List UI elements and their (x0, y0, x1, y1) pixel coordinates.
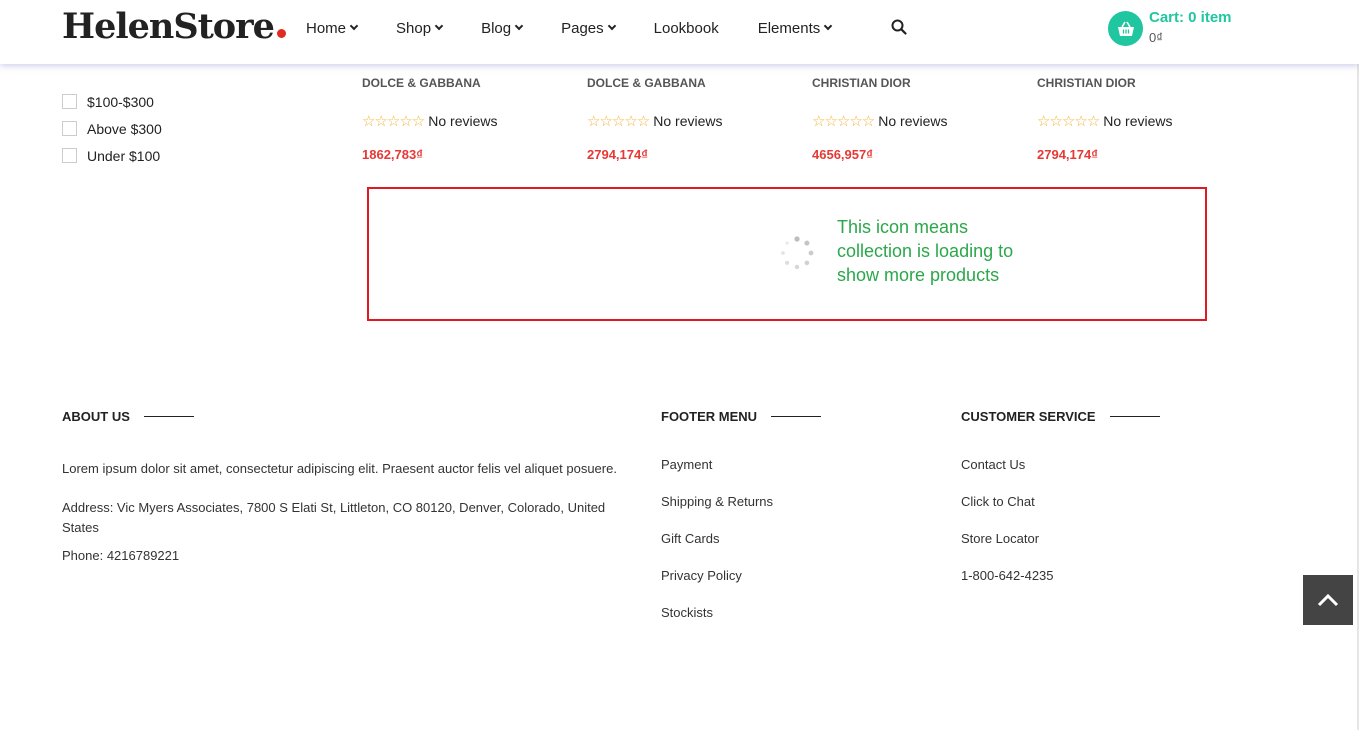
cart-button[interactable] (1108, 11, 1143, 46)
footer-menu: FOOTER MENU Payment Shipping & Returns G… (661, 408, 822, 642)
nav-label: Home (306, 19, 347, 37)
footer-link-payment[interactable]: Payment (661, 457, 821, 494)
review-count: No reviews (653, 113, 723, 129)
nav-label: Shop (396, 19, 432, 37)
footer-heading-text: CUSTOMER SERVICE (961, 408, 1096, 424)
footer-link-list: Contact Us Click to Chat Store Locator 1… (961, 457, 1160, 605)
product-brand[interactable]: DOLCE & GABBANA (362, 76, 582, 92)
store-phone: Phone: 4216789221 (62, 548, 180, 563)
nav-item-home[interactable]: Home (306, 18, 359, 38)
nav-label: Elements (757, 19, 821, 37)
filter-checkbox[interactable] (62, 121, 77, 136)
store-address: Address: Vic Myers Associates, 7800 S El… (62, 500, 606, 535)
heading-divider (771, 415, 822, 417)
product-price: 1862,783₫ (362, 147, 423, 162)
filter-label: Under $100 (87, 147, 161, 164)
footer-service: CUSTOMER SERVICE Contact Us Click to Cha… (961, 408, 1160, 605)
star-rating-icon: ☆☆☆☆☆ (587, 113, 650, 130)
nav-item-elements[interactable]: Elements (757, 18, 833, 38)
footer-link-stockists[interactable]: Stockists (661, 605, 821, 642)
nav-item-pages[interactable]: Pages (561, 18, 616, 38)
footer-link-chat[interactable]: Click to Chat (961, 494, 1160, 531)
product-rating: ☆☆☆☆☆ No reviews (362, 111, 582, 131)
chevron-down-icon (349, 21, 359, 31)
product-rating: ☆☆☆☆☆ No reviews (1037, 111, 1257, 131)
nav-item-lookbook[interactable]: Lookbook (654, 18, 719, 38)
review-count: No reviews (1103, 113, 1173, 129)
nav-label: Lookbook (653, 19, 719, 37)
filter-option[interactable]: $100-$300 (62, 88, 162, 115)
cart-total: 0₫ (1149, 30, 1163, 45)
footer-link-gift-cards[interactable]: Gift Cards (661, 531, 821, 568)
site-header: HelenStore Home Shop Blog Pages Lookbook… (0, 0, 1359, 64)
product-rating: ☆☆☆☆☆ No reviews (587, 111, 807, 131)
product-rating: ☆☆☆☆☆ No reviews (812, 111, 1032, 131)
search-icon[interactable] (891, 19, 907, 35)
filter-label: Above $300 (87, 120, 162, 137)
product-card[interactable]: CHRISTIAN DIOR ☆☆☆☆☆ No reviews 2794,174… (1037, 76, 1257, 162)
star-rating-icon: ☆☆☆☆☆ (812, 113, 875, 130)
product-card[interactable]: DOLCE & GABBANA ☆☆☆☆☆ No reviews 2794,17… (587, 76, 807, 162)
product-price: 2794,174₫ (1037, 147, 1098, 162)
product-price: 4656,957₫ (812, 147, 873, 162)
review-count: No reviews (428, 113, 498, 129)
price-filter-list: $100-$300 Above $300 Under $100 (62, 88, 162, 169)
logo-dot (276, 29, 286, 38)
footer-link-list: Payment Shipping & Returns Gift Cards Pr… (661, 457, 821, 642)
nav-label: Blog (481, 19, 512, 37)
filter-option[interactable]: Under $100 (62, 142, 162, 169)
footer-link-store-locator[interactable]: Store Locator (961, 531, 1160, 568)
chevron-down-icon (434, 21, 444, 31)
product-price: 2794,174₫ (587, 147, 648, 162)
nav-item-blog[interactable]: Blog (481, 18, 524, 38)
main-nav: Home Shop Blog Pages Lookbook Elements (306, 18, 870, 38)
cart-label[interactable]: Cart: 0 item (1149, 9, 1232, 26)
footer-link-privacy[interactable]: Privacy Policy (661, 568, 821, 605)
filter-label: $100-$300 (87, 93, 154, 110)
chevron-down-icon (823, 21, 833, 31)
loading-annotation: This icon means collection is loading to… (837, 217, 1014, 285)
nav-label: Pages (561, 19, 604, 37)
loading-spinner-icon (781, 236, 814, 270)
footer-heading-text: FOOTER MENU (661, 408, 758, 424)
filter-option[interactable]: Above $300 (62, 115, 162, 142)
footer-heading-text: ABOUT US (62, 408, 130, 424)
star-rating-icon: ☆☆☆☆☆ (1037, 113, 1100, 130)
filter-checkbox[interactable] (62, 148, 77, 163)
chevron-down-icon (607, 21, 616, 31)
logo-text: HelenStore (62, 6, 275, 47)
product-card[interactable]: CHRISTIAN DIOR ☆☆☆☆☆ No reviews 4656,957… (812, 76, 1032, 162)
footer-link-phone[interactable]: 1-800-642-4235 (961, 568, 1160, 605)
product-brand[interactable]: DOLCE & GABBANA (587, 76, 807, 92)
loading-highlight-box: This icon means collection is loading to… (367, 187, 1207, 321)
footer-heading: CUSTOMER SERVICE (961, 408, 1160, 424)
back-to-top-button[interactable] (1303, 575, 1353, 625)
store-logo[interactable]: HelenStore (62, 6, 286, 47)
basket-icon (1117, 21, 1134, 36)
footer-heading: FOOTER MENU (661, 408, 822, 424)
heading-divider (143, 415, 194, 417)
nav-item-shop[interactable]: Shop (396, 18, 444, 38)
footer-link-contact[interactable]: Contact Us (961, 457, 1160, 494)
product-brand[interactable]: CHRISTIAN DIOR (812, 76, 1032, 92)
product-card[interactable]: DOLCE & GABBANA ☆☆☆☆☆ No reviews 1862,78… (362, 76, 582, 162)
about-text: Lorem ipsum dolor sit amet, consectetur … (62, 461, 617, 476)
chevron-down-icon (514, 21, 524, 31)
star-rating-icon: ☆☆☆☆☆ (362, 113, 425, 130)
review-count: No reviews (878, 113, 948, 129)
footer-about: ABOUT US Lorem ipsum dolor sit amet, con… (62, 408, 642, 564)
footer-heading: ABOUT US (62, 408, 642, 424)
heading-divider (1109, 415, 1160, 417)
footer-link-shipping[interactable]: Shipping & Returns (661, 494, 821, 531)
chevron-up-icon (1317, 593, 1339, 607)
filter-checkbox[interactable] (62, 94, 77, 109)
product-brand[interactable]: CHRISTIAN DIOR (1037, 76, 1257, 92)
